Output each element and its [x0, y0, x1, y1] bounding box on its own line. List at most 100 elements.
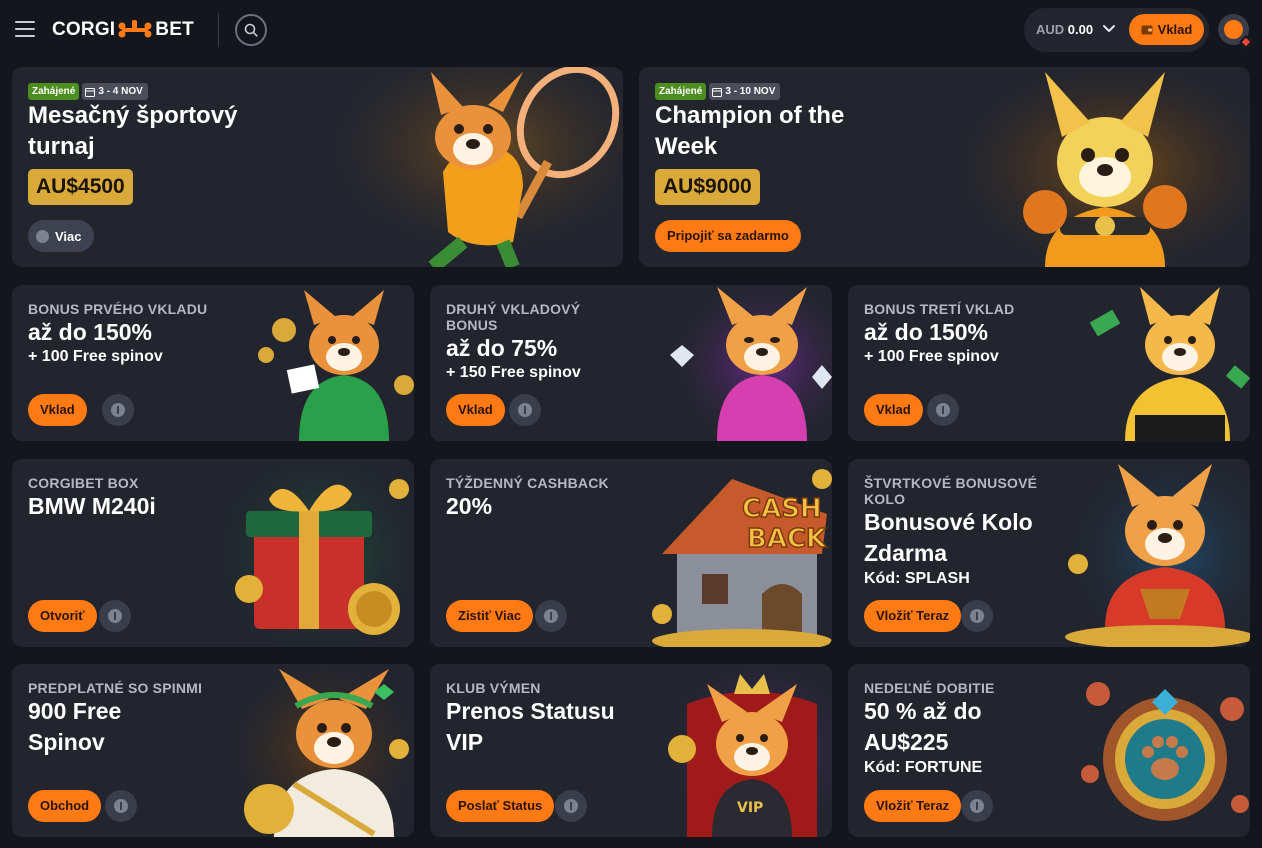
deposit-button[interactable]: Vklad	[28, 394, 87, 426]
deposit-button[interactable]: Vklad	[446, 394, 505, 426]
promo-card[interactable]: ŠTVRTKOVÉ BONUSOVÉ KOLO Bonusové Kolo Zd…	[848, 459, 1250, 647]
promo-headline: 900 Free Spinov	[28, 696, 121, 758]
info-button[interactable]	[102, 394, 134, 426]
status-badge: Zahájené	[28, 83, 80, 100]
tournament-title: Champion of the Week	[655, 100, 844, 162]
vip-corgi-illustration: VIP	[652, 664, 832, 837]
tournament-title-line1: Champion of the	[655, 102, 845, 129]
promo-headline: až do 75%	[446, 335, 558, 361]
cashback-art-text-2: BACK	[747, 524, 827, 554]
cashback-house-illustration: CASH BACK	[652, 469, 832, 647]
calendar-icon	[85, 87, 96, 97]
promo-card[interactable]: BONUS TRETÍ VKLAD až do 150% + 100 Free …	[848, 285, 1250, 441]
info-button[interactable]	[961, 790, 993, 822]
header-deposit-label: Vklad	[1157, 22, 1193, 37]
deposit-now-button[interactable]: Vložiť Teraz	[864, 600, 962, 632]
user-icon	[1224, 20, 1243, 39]
info-button[interactable]	[99, 600, 131, 632]
more-info-button[interactable]: Viac	[28, 220, 94, 252]
cashback-art-text-1: CASH	[742, 494, 822, 524]
user-avatar[interactable]	[1218, 14, 1254, 50]
promo-eyebrow: NEDEĽNÉ DOBITIE	[864, 680, 995, 696]
date-range: 3 - 10 NOV	[725, 86, 776, 97]
tournament-title: Mesačný športový turnaj	[28, 100, 237, 162]
learn-more-button[interactable]: Zistiť Viac	[446, 600, 534, 632]
search-icon	[244, 23, 258, 37]
info-button[interactable]	[927, 394, 959, 426]
tournament-card[interactable]: Zahájené 3 - 10 NOV Champion of the Week…	[639, 67, 1250, 267]
promo-headline-line1: Prenos Statusu	[446, 698, 615, 724]
info-icon	[970, 609, 984, 623]
info-button[interactable]	[535, 600, 567, 632]
promo-headline-line2: AU$225	[864, 729, 949, 755]
currency-code: AUD	[1036, 22, 1065, 37]
promo-eyebrow: ŠTVRTKOVÉ BONUSOVÉ KOLO	[864, 475, 1037, 507]
paw-medallion-illustration	[1081, 682, 1249, 821]
emperor-corgi-illustration	[234, 664, 414, 837]
info-icon	[111, 403, 125, 417]
promo-card[interactable]: BONUS PRVÉHO VKLADU až do 150% + 100 Fre…	[12, 285, 414, 441]
open-box-button[interactable]: Otvoriť	[28, 600, 97, 632]
tournament-title-line2: Week	[655, 133, 718, 160]
promo-card[interactable]: CORGIBET BOX BMW M240i Otvoriť	[12, 459, 414, 647]
info-icon	[114, 799, 128, 813]
promo-code: Kód: SPLASH	[864, 570, 970, 587]
promo-headline-line2: Spinov	[28, 729, 105, 755]
date-badge: 3 - 10 NOV	[709, 83, 781, 100]
promo-headline-line1: 50 % až do	[864, 698, 982, 724]
status-badge: Zahájené	[655, 83, 707, 100]
promo-eyebrow: KLUB VÝMEN	[446, 680, 541, 696]
search-button[interactable]	[235, 14, 267, 46]
promo-subline: + 100 Free spinov	[28, 348, 163, 365]
prize-amount: AU$9000	[655, 169, 760, 205]
promo-eyebrow: PREDPLATNÉ SO SPINMI	[28, 680, 203, 696]
promo-headline-line1: 900 Free	[28, 698, 122, 724]
notification-badge	[1238, 34, 1254, 50]
promo-card[interactable]: NEDEĽNÉ DOBITIE 50 % až do AU$225 Kód: F…	[848, 664, 1250, 837]
corgibet-logo[interactable]: CORGI BET	[52, 17, 194, 43]
promo-headline: 50 % až do AU$225	[864, 696, 982, 758]
info-button[interactable]	[509, 394, 541, 426]
tournament-card[interactable]: Zahájené 3 - 4 NOV Mesačný športový turn…	[12, 67, 623, 267]
promo-headline: BMW M240i	[28, 493, 156, 519]
promo-card[interactable]: VIP KLUB VÝMEN Prenos Statusu VIP Poslať…	[430, 664, 832, 837]
info-icon	[564, 799, 578, 813]
more-info-label: Viac	[55, 228, 82, 244]
promo-card[interactable]: DRUHÝ VKLADOVÝ BONUS až do 75% + 150 Fre…	[430, 285, 832, 441]
promo-subline: + 100 Free spinov	[864, 348, 999, 365]
send-status-button[interactable]: Poslať Status	[446, 790, 555, 822]
vip-art-text: VIP	[737, 800, 763, 816]
promo-eyebrow-line1: DRUHÝ VKLADOVÝ	[446, 301, 581, 317]
shop-button[interactable]: Obchod	[28, 790, 102, 822]
promo-headline-line2: VIP	[446, 729, 484, 755]
promo-headline: až do 150%	[28, 319, 152, 345]
promo-card[interactable]: PREDPLATNÉ SO SPINMI 900 Free Spinov Obc…	[12, 664, 414, 837]
bone-logo-icon	[118, 20, 152, 38]
tournament-tags: Zahájené 3 - 10 NOV	[655, 83, 781, 100]
balance-amount: 0.00	[1067, 22, 1094, 37]
info-icon	[544, 609, 558, 623]
deposit-now-button[interactable]: Vložiť Teraz	[864, 790, 962, 822]
boxing-corgi-illustration	[950, 67, 1250, 267]
promo-card[interactable]: CASH BACK TÝŽDENNÝ CASHBACK 20% Zistiť V…	[430, 459, 832, 647]
info-button[interactable]	[961, 600, 993, 632]
tournament-tags: Zahájené 3 - 4 NOV	[28, 83, 148, 100]
top-header: CORGI BET AUD 0.00 Vklad	[0, 0, 1262, 60]
menu-icon[interactable]	[15, 21, 35, 37]
calendar-icon	[712, 87, 723, 97]
balance-display: AUD 0.00	[1036, 22, 1093, 37]
promo-eyebrow-line1: ŠTVRTKOVÉ BONUSOVÉ	[864, 475, 1038, 491]
tournament-title-line2: turnaj	[28, 133, 95, 160]
header-deposit-button[interactable]: Vklad	[1129, 14, 1204, 45]
gift-box-illustration	[224, 459, 414, 647]
logo-text-left: CORGI	[52, 19, 116, 40]
info-button[interactable]	[105, 790, 137, 822]
card-corgi-illustration	[258, 290, 414, 441]
promo-headline-line1: Bonusové Kolo	[864, 509, 1033, 535]
info-button[interactable]	[555, 790, 587, 822]
promo-headline: až do 150%	[864, 319, 988, 345]
promo-eyebrow-line2: KOLO	[864, 491, 906, 507]
join-free-button[interactable]: Pripojiť sa zadarmo	[655, 220, 801, 252]
deposit-button[interactable]: Vklad	[864, 394, 923, 426]
chevron-down-icon[interactable]	[1102, 24, 1116, 34]
